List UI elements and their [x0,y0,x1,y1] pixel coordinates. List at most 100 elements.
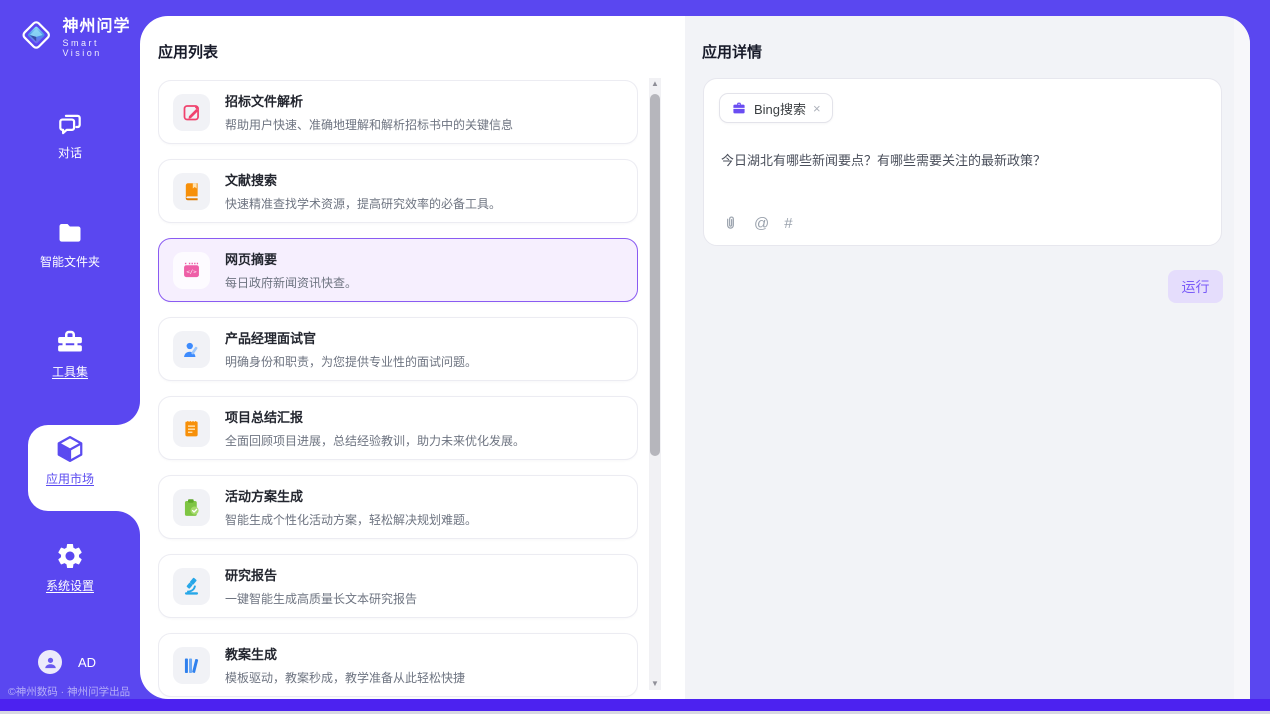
cube-icon [55,434,85,464]
app-card-text: 产品经理面试官 明确身份和职责，为您提供专业性的面试问题。 [225,328,477,370]
sidebar-item-chat[interactable]: 对话 [0,110,140,161]
interviewer-icon [181,339,202,360]
app-icon-tile [173,94,210,131]
question-text[interactable]: 今日湖北有哪些新闻要点？有哪些需要关注的最新政策？ [721,150,1201,169]
app-icon-tile [173,489,210,526]
app-card-text: 文献搜索 快速精准查找学术资源，提高研究效率的必备工具。 [225,170,501,212]
app-card-text: 项目总结汇报 全面回顾项目进展，总结经验教训，助力未来优化发展。 [225,407,525,449]
app-desc: 智能生成个性化活动方案，轻松解决规划难题。 [225,511,477,528]
app-card-text: 网页摘要 每日政府新闻资讯快查。 [225,249,357,291]
run-button[interactable]: 运行 [1168,270,1223,303]
user-initials: AD [78,655,96,670]
copyright-text: ©神州数码 · 神州问学出品 [8,684,130,699]
app-title: 项目总结汇报 [225,407,525,426]
avatar [38,650,62,674]
app-icon-tile: </> [173,252,210,289]
app-card[interactable]: 招标文件解析 帮助用户快速、准确地理解和解析招标书中的关键信息 [158,80,638,144]
app-card-text: 活动方案生成 智能生成个性化活动方案，轻松解决规划难题。 [225,486,477,528]
tool-tag-label: Bing搜索 [754,99,806,118]
app-desc: 明确身份和职责，为您提供专业性的面试问题。 [225,353,477,370]
app-list-title: 应用列表 [158,41,218,62]
app-card-selected[interactable]: </> 网页摘要 每日政府新闻资讯快查。 [158,238,638,302]
app-card[interactable]: 研究报告 一键智能生成高质量长文本研究报告 [158,554,638,618]
gear-icon [55,541,85,571]
prompt-card: Bing搜索 × 今日湖北有哪些新闻要点？有哪些需要关注的最新政策？ @ # [703,78,1222,246]
briefcase-icon [731,100,747,116]
detail-scrollbar-track [1234,16,1250,699]
app-card[interactable]: 产品经理面试官 明确身份和职责，为您提供专业性的面试问题。 [158,317,638,381]
app-title: 研究报告 [225,565,417,584]
composer-toolbar: @ # [722,215,793,232]
app-card-text: 招标文件解析 帮助用户快速、准确地理解和解析招标书中的关键信息 [225,91,513,133]
app-card-text: 研究报告 一键智能生成高质量长文本研究报告 [225,565,417,607]
close-icon[interactable]: × [813,102,821,115]
app-card[interactable]: 项目总结汇报 全面回顾项目进展，总结经验教训，助力未来优化发展。 [158,396,638,460]
app-icon-tile [173,331,210,368]
sidebar-item-label: 智能文件夹 [0,253,140,270]
bottom-accent-bar [0,699,1270,711]
list-scrollbar[interactable]: ▲ ▼ [649,78,661,690]
app-title: 文献搜索 [225,170,501,189]
chat-icon [55,110,85,138]
app-list-panel: 应用列表 招标文件解析 帮助用户快速、准确地理解和解析招标书中的关键信息 [140,16,685,699]
toolbox-icon [53,327,87,357]
brand-subtitle: Smart Vision [62,38,140,58]
app-desc: 全面回顾项目进展，总结经验教训，助力未来优化发展。 [225,432,525,449]
browser-code-icon: </> [181,260,202,281]
app-icon-tile [173,568,210,605]
sidebar-item-app-market[interactable]: 应用市场 [0,434,140,487]
app-desc: 快速精准查找学术资源，提高研究效率的必备工具。 [225,195,501,212]
sidebar-item-label: 系统设置 [0,577,140,594]
folder-icon [55,219,85,247]
brand-logo: 神州问学 Smart Vision [18,12,140,58]
app-icon-tile [173,173,210,210]
diamond-logo-icon [18,16,54,54]
person-icon [43,655,58,670]
edit-square-icon [181,102,202,123]
paperclip-icon[interactable] [722,215,739,232]
main-panel: 应用列表 招标文件解析 帮助用户快速、准确地理解和解析招标书中的关键信息 [140,16,1250,699]
tool-tag-bing-search[interactable]: Bing搜索 × [719,93,833,123]
scrollbar-down-arrow-icon[interactable]: ▼ [649,678,661,690]
hash-icon[interactable]: # [784,215,792,232]
app-detail-title: 应用详情 [702,41,762,62]
microscope-icon [181,576,202,597]
sidebar-item-label: 对话 [0,144,140,161]
books-icon [181,655,202,676]
app-desc: 一键智能生成高质量长文本研究报告 [225,590,417,607]
app-desc: 每日政府新闻资讯快查。 [225,274,357,291]
app-card[interactable]: 教案生成 模板驱动，教案秒成，教学准备从此轻松快捷 [158,633,638,697]
active-nav-notch-top [116,401,140,425]
sidebar: 神州问学 Smart Vision 对话 智能文件夹 [0,0,140,714]
app-card-list: 招标文件解析 帮助用户快速、准确地理解和解析招标书中的关键信息 文 [158,80,638,699]
sidebar-item-smart-folder[interactable]: 智能文件夹 [0,219,140,270]
app-card[interactable]: 文献搜索 快速精准查找学术资源，提高研究效率的必备工具。 [158,159,638,223]
active-nav-notch-bottom [116,511,140,535]
app-desc: 帮助用户快速、准确地理解和解析招标书中的关键信息 [225,116,513,133]
app-card-text: 教案生成 模板驱动，教案秒成，教学准备从此轻松快捷 [225,644,465,686]
app-detail-panel: 应用详情 Bing搜索 × 今日湖北有哪些新闻要点？有哪些需要关注的最新政策？ … [685,16,1250,699]
book-icon [181,181,202,202]
brand-name: 神州问学 [62,12,140,36]
sidebar-item-label: 应用市场 [0,470,140,487]
clipboard-check-icon [181,497,202,518]
app-title: 教案生成 [225,644,465,663]
sidebar-item-settings[interactable]: 系统设置 [0,541,140,594]
app-icon-tile [173,410,210,447]
app-window: 神州问学 Smart Vision 对话 智能文件夹 [0,0,1270,714]
mention-icon[interactable]: @ [754,215,769,232]
scrollbar-up-arrow-icon[interactable]: ▲ [649,78,661,90]
app-desc: 模板驱动，教案秒成，教学准备从此轻松快捷 [225,669,465,686]
scrollbar-thumb[interactable] [650,94,660,456]
app-card[interactable]: 活动方案生成 智能生成个性化活动方案，轻松解决规划难题。 [158,475,638,539]
sidebar-item-toolkit[interactable]: 工具集 [0,327,140,380]
report-doc-icon [181,418,202,439]
app-title: 产品经理面试官 [225,328,477,347]
sidebar-item-label: 工具集 [0,363,140,380]
app-title: 活动方案生成 [225,486,477,505]
user-account[interactable]: AD [38,650,96,674]
svg-text:</>: </> [186,269,197,275]
app-icon-tile [173,647,210,684]
brand-text: 神州问学 Smart Vision [62,12,140,58]
app-title: 网页摘要 [225,249,357,268]
